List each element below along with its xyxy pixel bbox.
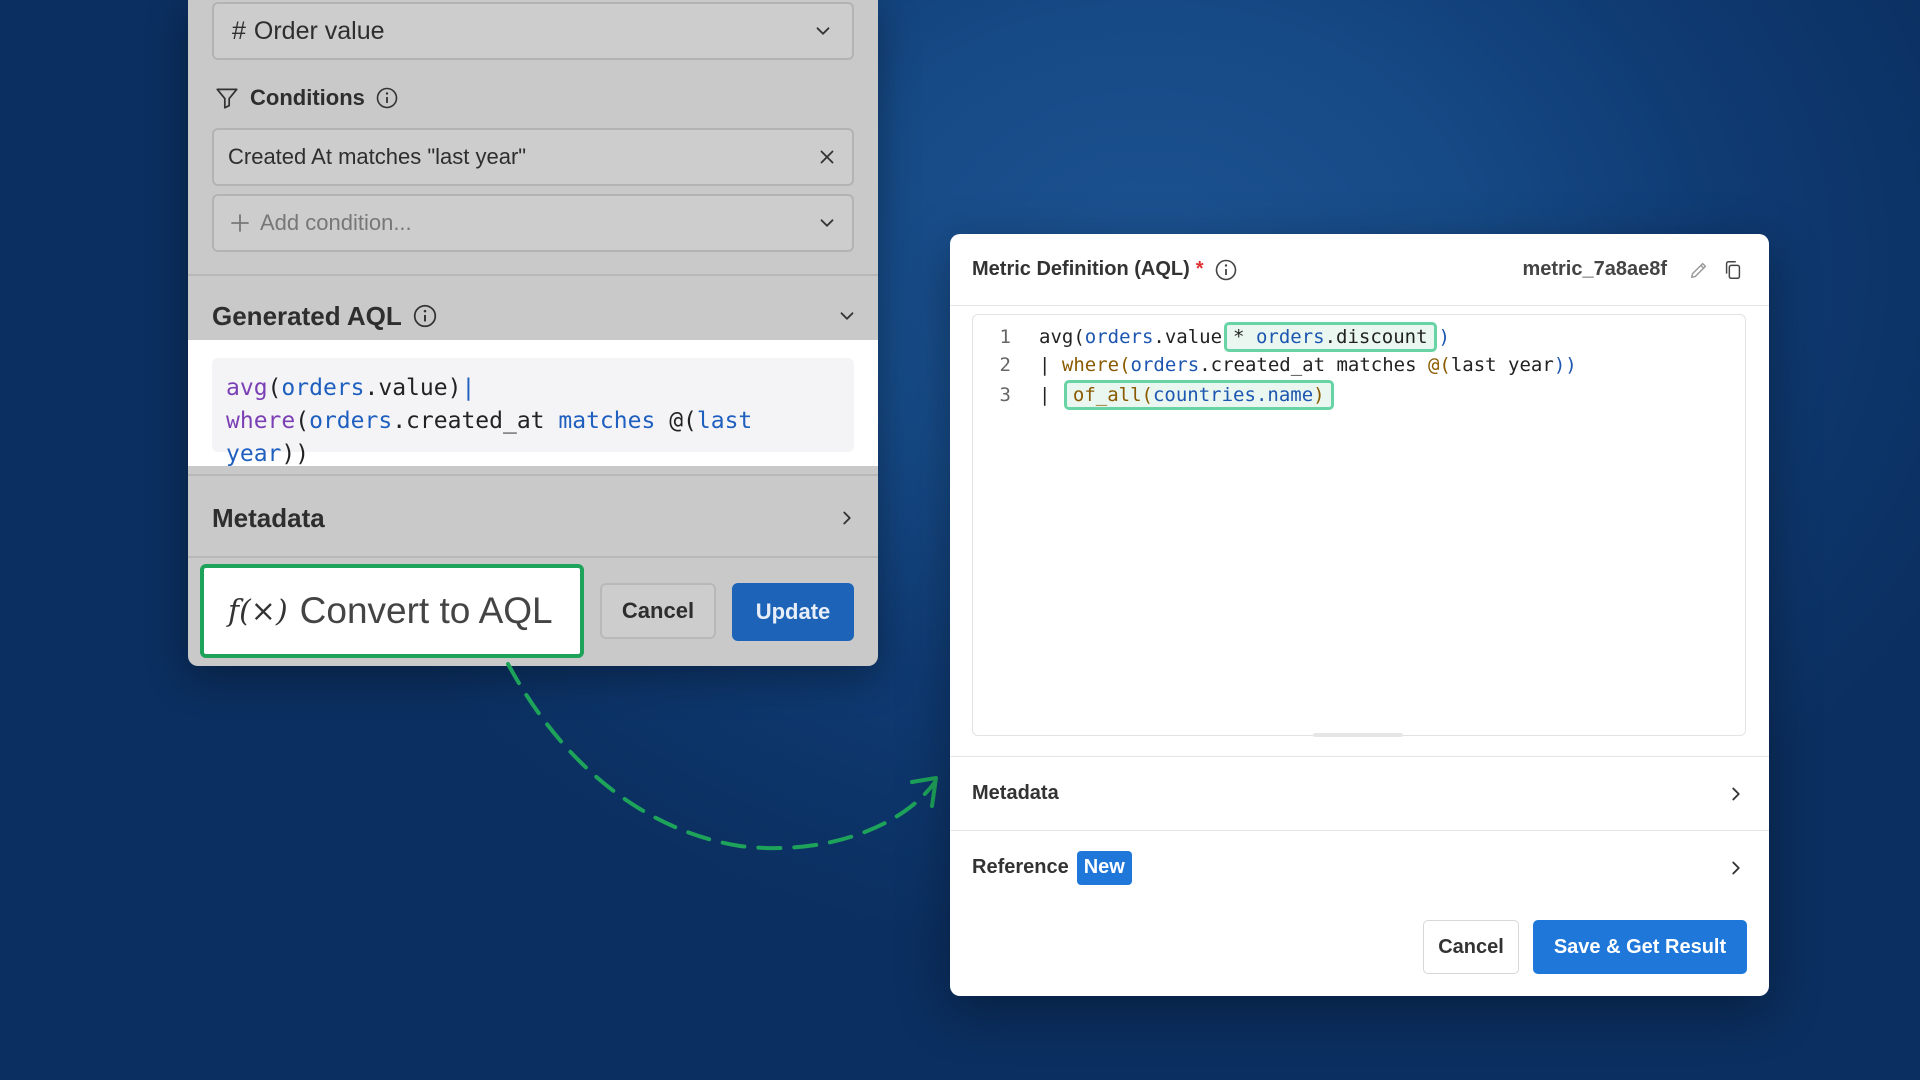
condition-chip[interactable]: Created At matches "last year": [212, 128, 854, 186]
update-button[interactable]: Update: [732, 583, 854, 641]
convert-to-aql-button[interactable]: f(×) Convert to AQL: [200, 564, 584, 658]
generated-aql-section: avg(orders.value)| where(orders.created_…: [188, 340, 878, 467]
conditions-label: Conditions: [250, 85, 365, 110]
line-number: 3: [999, 384, 1011, 406]
required-mark: *: [1195, 258, 1204, 280]
panel-title: Metric Definition (AQL): [972, 258, 1190, 280]
measure-label: Order value: [253, 16, 385, 45]
cancel-button[interactable]: Cancel: [600, 583, 716, 639]
pencil-icon[interactable]: [1685, 256, 1713, 284]
chevron-right-icon: [843, 511, 851, 525]
reference-label: Reference: [972, 856, 1069, 878]
metric-id: metric_7a8ae8f: [1522, 258, 1667, 280]
number-type-icon: #: [232, 16, 246, 45]
metadata-label: Metadata: [972, 782, 1059, 804]
divider: [188, 474, 878, 476]
divider: [188, 556, 878, 558]
convert-label: Convert to AQL: [299, 590, 553, 631]
cancel-button[interactable]: Cancel: [1423, 920, 1519, 974]
metadata-label: Metadata: [212, 502, 325, 533]
highlighted-change: of_all(countries.name): [1063, 380, 1334, 410]
aql-code-editor[interactable]: 1 avg(orders .value * orders.discount) 2 …: [972, 314, 1746, 737]
copy-icon[interactable]: [1719, 256, 1747, 284]
add-condition-placeholder: Add condition...: [260, 210, 412, 235]
metadata-section-toggle[interactable]: Metadata: [212, 500, 858, 536]
code-line: 3 | of_all(countries.name): [973, 380, 1336, 410]
new-badge: New: [1076, 850, 1132, 885]
add-condition-select[interactable]: Add condition...: [212, 194, 854, 252]
info-icon[interactable]: [412, 303, 438, 329]
plus-icon: [231, 214, 249, 232]
code-line: where(orders.created_at matches @(last y…: [226, 408, 753, 467]
info-icon[interactable]: [375, 86, 399, 110]
chevron-down-icon: [820, 219, 834, 227]
generated-aql-header[interactable]: Generated AQL: [212, 298, 858, 334]
save-and-get-result-button[interactable]: Save & Get Result: [1533, 920, 1747, 974]
metadata-row[interactable]: Metadata: [950, 756, 1769, 830]
generated-aql-title: Generated AQL: [212, 300, 402, 331]
query-builder-panel: # Order value Conditions Created At matc…: [188, 0, 878, 666]
code-line: avg(orders.value)|: [226, 375, 476, 401]
line-number: 2: [999, 354, 1011, 376]
formula-icon: f(×): [228, 593, 288, 629]
measure-select[interactable]: # Order value: [212, 2, 854, 60]
highlighted-change: * orders.discount: [1224, 322, 1437, 352]
resize-handle[interactable]: [1313, 733, 1403, 737]
divider: [188, 274, 878, 276]
code-line: 1 avg(orders .value * orders.discount): [973, 322, 1450, 352]
info-icon[interactable]: [1214, 258, 1238, 282]
conditions-heading: Conditions: [214, 82, 399, 114]
condition-text: Created At matches "last year": [228, 144, 527, 169]
filter-icon: [216, 88, 238, 109]
reference-row[interactable]: Reference New: [950, 830, 1769, 904]
metric-definition-panel: Metric Definition (AQL) * metric_7a8ae8f…: [950, 234, 1769, 996]
close-icon[interactable]: [816, 146, 838, 168]
chevron-down-icon: [816, 27, 830, 35]
generated-aql-code: avg(orders.value)| where(orders.created_…: [212, 358, 854, 467]
panel-header: Metric Definition (AQL) * metric_7a8ae8f: [950, 234, 1769, 306]
chevron-down-icon[interactable]: [836, 305, 858, 327]
chevron-right-icon: [1732, 861, 1740, 874]
code-line: 2 | where(orders .created_at matches @(la…: [973, 351, 1577, 379]
chevron-right-icon: [1732, 787, 1740, 800]
line-number: 1: [999, 326, 1011, 348]
